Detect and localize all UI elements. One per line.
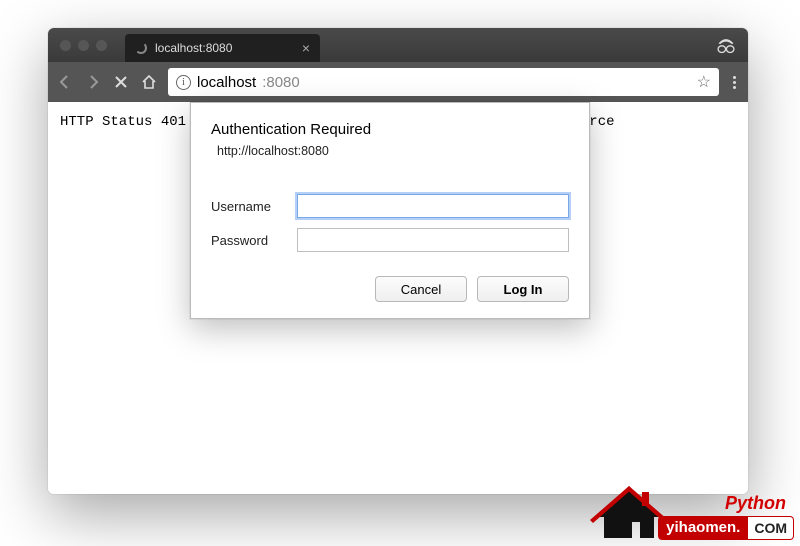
username-input[interactable] (297, 194, 569, 218)
maximize-window-button[interactable] (96, 40, 107, 51)
url-host: localhost (197, 74, 256, 91)
auth-dialog: Authentication Required http://localhost… (190, 102, 590, 319)
close-tab-icon[interactable]: × (302, 41, 310, 55)
tab-title: localhost:8080 (155, 41, 232, 55)
login-button[interactable]: Log In (477, 276, 569, 302)
username-row: Username (211, 194, 569, 218)
dialog-buttons: Cancel Log In (211, 276, 569, 302)
password-row: Password (211, 228, 569, 252)
watermark-tld: COM (748, 516, 794, 540)
address-bar[interactable]: i localhost :8080 ☆ (168, 68, 719, 96)
stop-reload-button[interactable] (112, 73, 130, 91)
cancel-button[interactable]: Cancel (375, 276, 467, 302)
watermark: Python yihaomen. COM (658, 493, 794, 540)
site-info-icon[interactable]: i (176, 75, 191, 90)
dialog-origin: http://localhost:8080 (217, 144, 569, 158)
url-port: :8080 (262, 74, 300, 91)
back-button[interactable] (56, 73, 74, 91)
window-controls (60, 40, 107, 51)
house-logo-icon (584, 482, 664, 540)
bookmark-star-icon[interactable]: ☆ (697, 72, 711, 92)
incognito-icon (716, 36, 736, 54)
home-button[interactable] (140, 73, 158, 91)
forward-button[interactable] (84, 73, 102, 91)
password-label: Password (211, 233, 297, 248)
watermark-site: yihaomen. (658, 516, 748, 540)
password-input[interactable] (297, 228, 569, 252)
browser-tab[interactable]: localhost:8080 × (125, 34, 320, 62)
watermark-lang: Python (658, 493, 794, 514)
close-window-button[interactable] (60, 40, 71, 51)
loading-spinner-icon (135, 42, 147, 54)
dialog-title: Authentication Required (211, 121, 569, 138)
page-content: HTTP Status 401 : esource Authentication… (48, 102, 748, 494)
tab-bar: localhost:8080 × (48, 28, 748, 62)
browser-window: localhost:8080 × i localhost:8080 ☆ (48, 28, 748, 494)
browser-menu-button[interactable] (729, 76, 740, 89)
username-label: Username (211, 199, 297, 214)
browser-toolbar: i localhost :8080 ☆ (48, 62, 748, 102)
minimize-window-button[interactable] (78, 40, 89, 51)
